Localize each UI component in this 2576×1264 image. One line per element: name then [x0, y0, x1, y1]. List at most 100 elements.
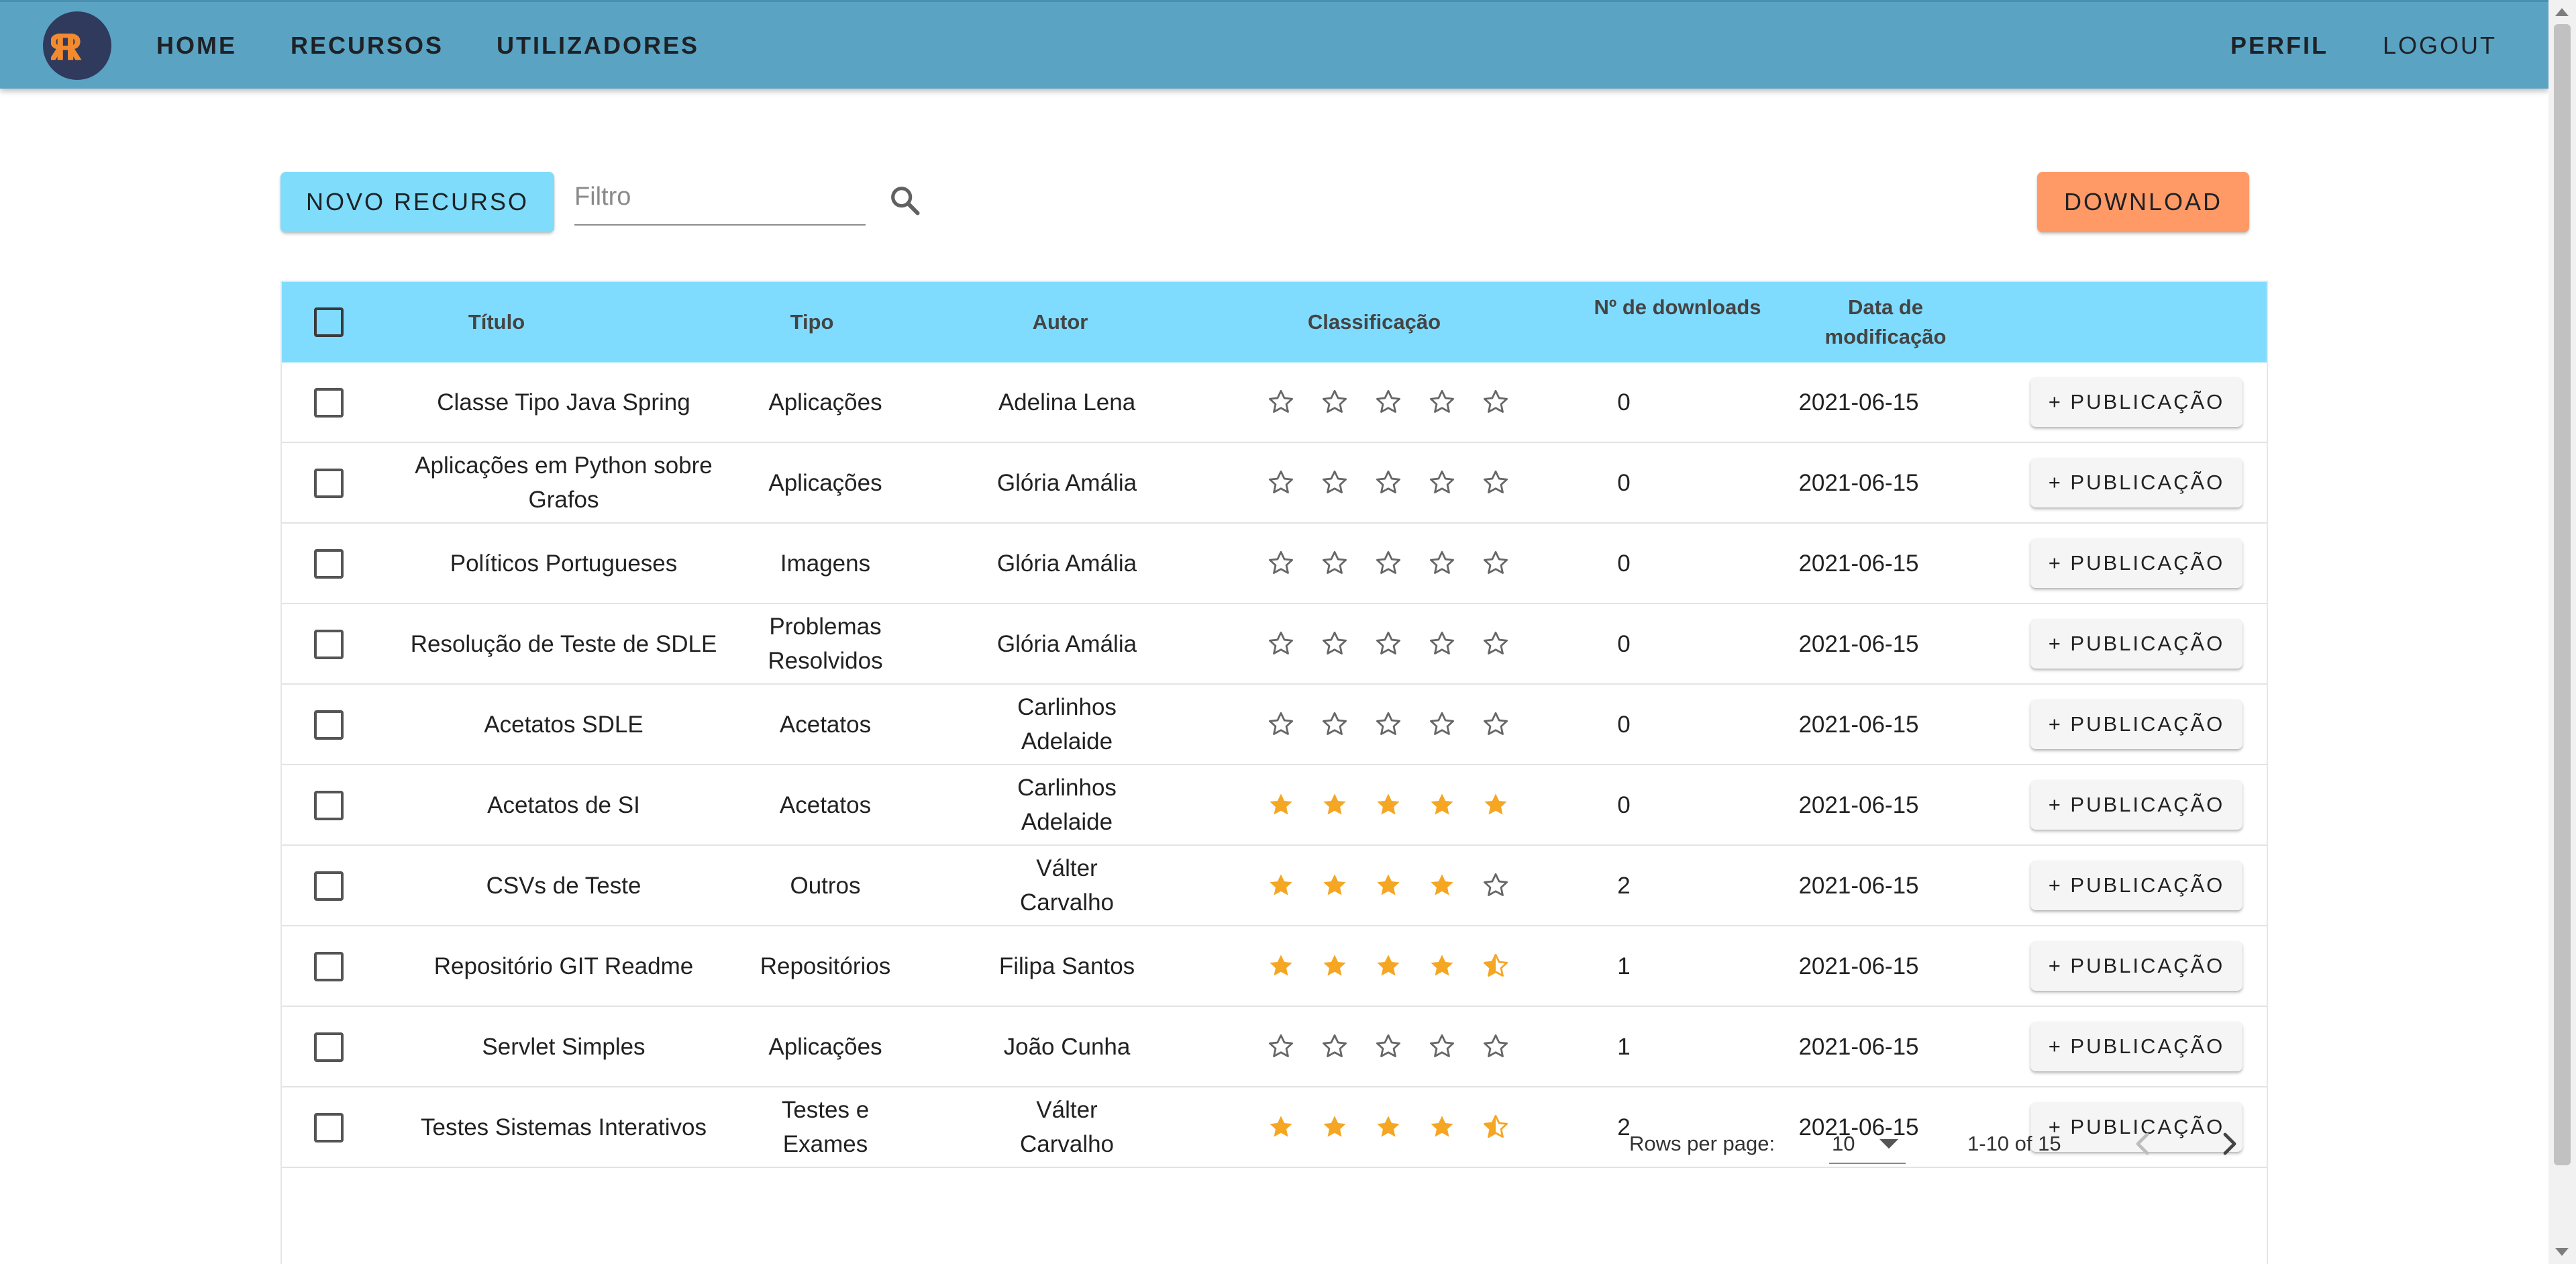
row-checkbox[interactable]	[314, 871, 344, 901]
header-data[interactable]: Data de modificação	[1771, 282, 2000, 362]
nav-recursos[interactable]: RECURSOS	[291, 32, 444, 60]
star-icon[interactable]	[1482, 469, 1510, 497]
row-checkbox[interactable]	[314, 469, 344, 498]
star-icon[interactable]	[1482, 630, 1510, 658]
add-publication-button[interactable]: + PUBLICAÇÃO	[2030, 941, 2243, 991]
star-icon[interactable]	[1428, 710, 1456, 738]
star-icon[interactable]	[1321, 791, 1349, 819]
cell-data: 2021-06-15	[1798, 469, 1919, 496]
add-publication-button[interactable]: + PUBLICAÇÃO	[2030, 699, 2243, 749]
star-icon[interactable]	[1374, 388, 1402, 416]
row-checkbox[interactable]	[314, 388, 344, 418]
header-titulo[interactable]: Título	[389, 282, 604, 362]
star-icon[interactable]	[1482, 549, 1510, 577]
rows-per-page-select[interactable]: 10	[1829, 1125, 1906, 1164]
rows-per-page-value: 10	[1832, 1132, 1855, 1155]
cell-data: 2021-06-15	[1798, 630, 1919, 657]
add-publication-button[interactable]: + PUBLICAÇÃO	[2030, 619, 2243, 669]
star-icon[interactable]	[1374, 952, 1402, 980]
star-icon[interactable]	[1374, 791, 1402, 819]
star-icon[interactable]	[1428, 469, 1456, 497]
add-publication-button[interactable]: + PUBLICAÇÃO	[2030, 1022, 2243, 1071]
star-icon[interactable]	[1374, 630, 1402, 658]
header-tipo[interactable]: Tipo	[738, 282, 886, 362]
star-icon[interactable]	[1321, 952, 1349, 980]
next-page-icon[interactable]	[2213, 1128, 2245, 1160]
star-icon[interactable]	[1482, 791, 1510, 819]
star-icon[interactable]	[1321, 871, 1349, 900]
cell-autor: Glória Amália	[996, 550, 1137, 577]
star-icon[interactable]	[1267, 952, 1295, 980]
add-publication-button[interactable]: + PUBLICAÇÃO	[2030, 377, 2243, 427]
nav-utilizadores[interactable]: UTILIZADORES	[497, 32, 699, 60]
add-publication-button[interactable]: + PUBLICAÇÃO	[2030, 458, 2243, 507]
scroll-up-icon[interactable]	[2555, 8, 2569, 16]
star-icon[interactable]	[1428, 871, 1456, 900]
star-icon[interactable]	[1374, 871, 1402, 900]
prev-page-icon[interactable]	[2127, 1128, 2159, 1160]
filter-input[interactable]	[574, 176, 866, 211]
header-classificacao[interactable]: Classificação	[1253, 282, 1495, 362]
star-icon[interactable]	[1428, 1032, 1456, 1061]
star-icon[interactable]	[1321, 469, 1349, 497]
star-icon[interactable]	[1428, 952, 1456, 980]
add-publication-button[interactable]: + PUBLICAÇÃO	[2030, 780, 2243, 830]
star-icon[interactable]	[1267, 871, 1295, 900]
star-icon[interactable]	[1374, 549, 1402, 577]
row-checkbox[interactable]	[314, 710, 344, 740]
download-button[interactable]: DOWNLOAD	[2037, 172, 2249, 232]
star-icon[interactable]	[1482, 871, 1510, 900]
cell-downloads: 2	[1617, 872, 1631, 899]
header-autor[interactable]: Autor	[960, 282, 1161, 362]
row-checkbox[interactable]	[314, 549, 344, 579]
row-checkbox[interactable]	[314, 791, 344, 820]
nav-perfil[interactable]: PERFIL	[2230, 32, 2328, 60]
star-icon[interactable]	[1374, 469, 1402, 497]
rating-stars	[1253, 524, 1522, 603]
row-checkbox[interactable]	[314, 1032, 344, 1062]
star-icon[interactable]	[1428, 791, 1456, 819]
star-icon[interactable]	[1428, 630, 1456, 658]
star-icon[interactable]	[1321, 1032, 1349, 1061]
rows-per-page-label: Rows per page:	[1629, 1132, 1775, 1155]
star-icon[interactable]	[1267, 469, 1295, 497]
star-icon[interactable]	[1374, 710, 1402, 738]
svg-text:R: R	[51, 26, 76, 68]
star-icon[interactable]	[1321, 710, 1349, 738]
filter-field	[574, 176, 866, 226]
select-all-checkbox[interactable]	[314, 307, 344, 337]
table-header: Título Tipo Autor Classificação Nº de do…	[282, 282, 2267, 362]
new-resource-button[interactable]: NOVO RECURSO	[280, 172, 554, 232]
scroll-down-icon[interactable]	[2555, 1248, 2569, 1256]
nav-home[interactable]: HOME	[156, 32, 237, 60]
scrollbar-thumb[interactable]	[2554, 24, 2571, 1165]
search-icon[interactable]	[887, 183, 922, 217]
cell-data: 2021-06-15	[1798, 791, 1919, 818]
star-icon[interactable]	[1482, 1032, 1510, 1061]
star-icon[interactable]	[1374, 1032, 1402, 1061]
star-icon[interactable]	[1267, 630, 1295, 658]
add-publication-button[interactable]: + PUBLICAÇÃO	[2030, 861, 2243, 910]
app-logo[interactable]: R R	[43, 11, 111, 80]
star-icon[interactable]	[1267, 710, 1295, 738]
cell-autor: Carlinhos Adelaide	[1017, 694, 1117, 755]
star-icon[interactable]	[1267, 549, 1295, 577]
nav-logout[interactable]: LOGOUT	[2383, 32, 2497, 60]
star-icon[interactable]	[1482, 710, 1510, 738]
row-checkbox[interactable]	[314, 952, 344, 981]
add-publication-button[interactable]: + PUBLICAÇÃO	[2030, 538, 2243, 588]
page-scrollbar[interactable]	[2548, 0, 2576, 1264]
star-icon[interactable]	[1482, 388, 1510, 416]
star-icon[interactable]	[1321, 388, 1349, 416]
star-icon[interactable]	[1321, 630, 1349, 658]
star-icon[interactable]	[1321, 549, 1349, 577]
star-icon[interactable]	[1482, 952, 1510, 980]
star-icon[interactable]	[1267, 791, 1295, 819]
star-icon[interactable]	[1428, 388, 1456, 416]
rating-stars	[1253, 765, 1522, 844]
star-icon[interactable]	[1428, 549, 1456, 577]
star-icon[interactable]	[1267, 1032, 1295, 1061]
table-row: Políticos Portugueses Imagens Glória Amáli…	[282, 524, 2267, 604]
star-icon[interactable]	[1267, 388, 1295, 416]
row-checkbox[interactable]	[314, 630, 344, 659]
